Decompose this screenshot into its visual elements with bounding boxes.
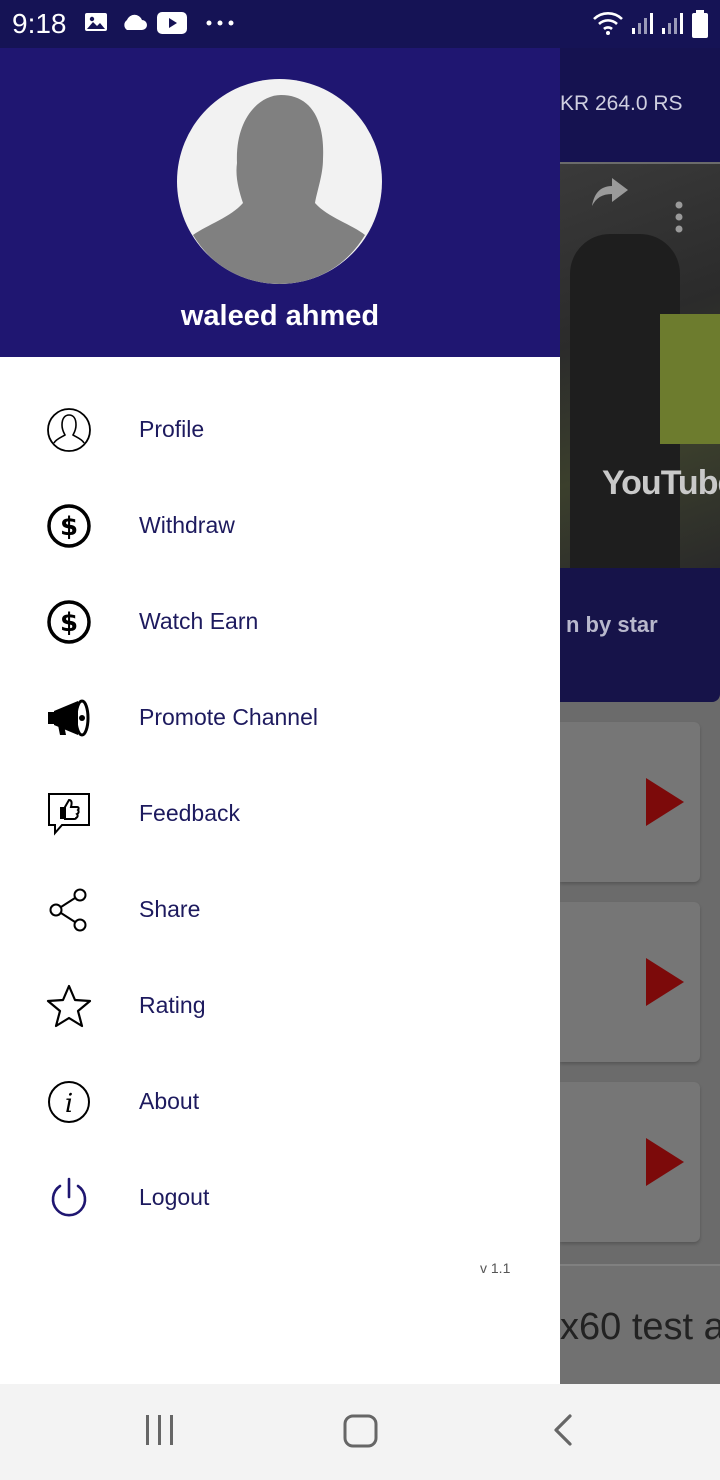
menu-item-watch-earn[interactable]: $ Watch Earn [0, 573, 560, 669]
video-vest [660, 314, 720, 444]
menu-item-profile[interactable]: Profile [0, 381, 560, 477]
play-icon[interactable] [646, 958, 684, 1006]
signal-icon [632, 13, 653, 34]
share-icon [49, 888, 87, 932]
power-icon [51, 1177, 87, 1217]
megaphone-icon [48, 699, 90, 737]
banner-text: x60 test a [560, 1306, 720, 1348]
menu-label: Feedback [139, 800, 241, 826]
recent-apps-icon[interactable] [144, 1412, 176, 1450]
user-silhouette-icon [193, 95, 365, 284]
youtube-logo-text: YouTube [602, 464, 720, 502]
star-icon [46, 984, 92, 1028]
menu-label: Share [139, 896, 201, 922]
list-item[interactable] [560, 1082, 700, 1242]
user-name: waleed ahmed [180, 300, 380, 332]
menu-label: Watch Earn [139, 608, 259, 634]
more-vert-icon[interactable] [674, 200, 684, 234]
menu-label: Rating [139, 992, 206, 1018]
youtube-icon [157, 12, 187, 34]
menu-item-share[interactable]: Share [0, 861, 560, 957]
home-icon[interactable] [342, 1412, 380, 1450]
menu-label: About [139, 1088, 200, 1114]
menu-label: Promote Channel [139, 704, 318, 730]
video-title: n by star [566, 612, 658, 637]
menu-item-withdraw[interactable]: $ Withdraw [0, 477, 560, 573]
menu-item-feedback[interactable]: Feedback [0, 765, 560, 861]
feedback-icon [48, 793, 90, 836]
signal-icon [662, 13, 683, 34]
avatar[interactable] [177, 79, 382, 284]
app-version: v 1.1 [480, 1260, 511, 1276]
menu-label: Logout [139, 1184, 210, 1210]
gallery-icon [85, 13, 107, 31]
dollar-icon: $ [47, 600, 91, 644]
cloud-icon [124, 14, 147, 30]
menu-item-promote-channel[interactable]: Promote Channel [0, 669, 560, 765]
status-bar: 9:18 [0, 0, 720, 48]
svg-text:$: $ [60, 512, 78, 542]
svg-text:$: $ [60, 608, 78, 638]
menu-label: Withdraw [139, 512, 235, 538]
app-screen: 9:18 KR 264.0 RS YouTube n by star [0, 0, 720, 1480]
video-title-bar: n by star [560, 568, 720, 702]
share-arrow-icon[interactable] [590, 174, 630, 210]
status-time: 9:18 [12, 8, 67, 39]
profile-icon [47, 408, 91, 452]
svg-text:i: i [65, 1089, 73, 1119]
back-icon[interactable] [550, 1412, 576, 1450]
balance-text: KR 264.0 RS [560, 92, 683, 115]
menu-item-rating[interactable]: Rating [0, 957, 560, 1053]
more-dots-icon [206, 20, 234, 26]
menu-item-logout[interactable]: Logout [0, 1149, 560, 1245]
dollar-icon: $ [47, 504, 91, 548]
drawer-header: waleed ahmed [0, 48, 560, 357]
info-icon: i [48, 1081, 90, 1123]
video-thumbnail[interactable]: YouTube [560, 164, 720, 568]
play-icon[interactable] [646, 778, 684, 826]
list-item[interactable] [560, 902, 700, 1062]
play-icon[interactable] [646, 1138, 684, 1186]
battery-icon [692, 10, 708, 38]
wifi-icon [593, 12, 623, 35]
menu-item-about[interactable]: i About [0, 1053, 560, 1149]
system-nav-bar [0, 1384, 720, 1480]
list-item[interactable] [560, 722, 700, 882]
menu-label: Profile [139, 416, 205, 442]
bottom-banner: x60 test a [560, 1264, 720, 1384]
navigation-drawer: waleed ahmed Profile $ Withdraw $ Watch … [0, 48, 560, 1384]
